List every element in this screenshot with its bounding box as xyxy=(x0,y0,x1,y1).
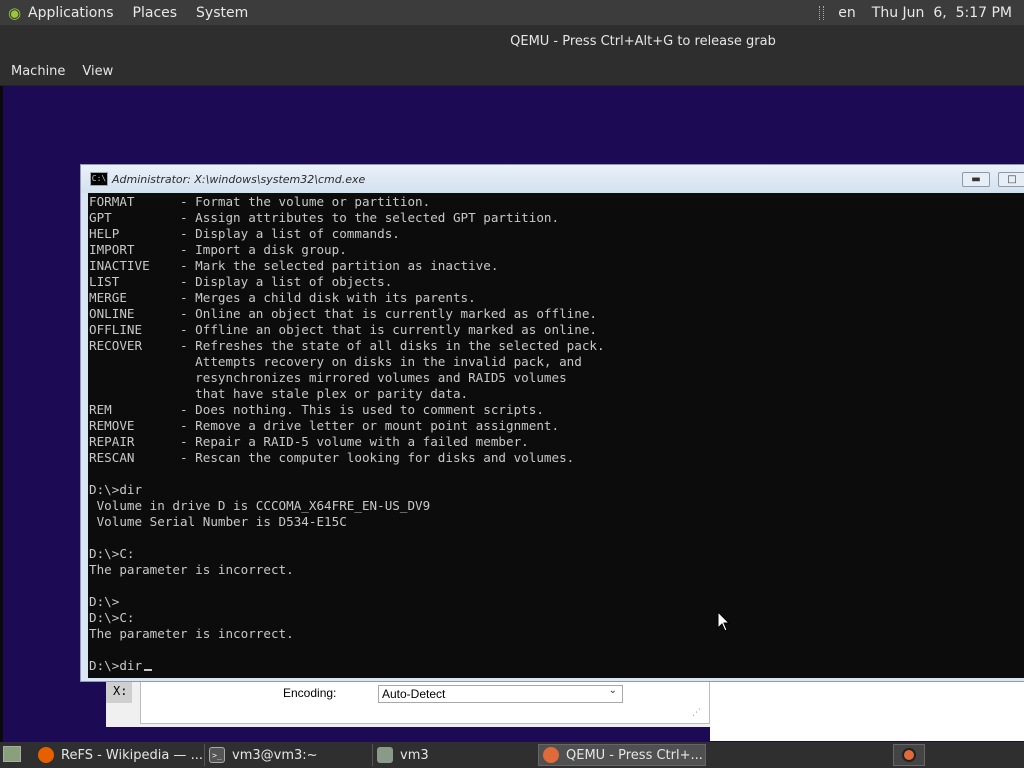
maximize-button[interactable]: □ xyxy=(998,172,1024,187)
console-line: Volume in drive D is CCCOMA_X64FRE_EN-US… xyxy=(89,498,431,513)
keyboard-layout-indicator[interactable]: en xyxy=(838,5,856,21)
task-label: vm3 xyxy=(400,747,429,763)
dialog-background-area xyxy=(710,681,1024,741)
cmd-window-title: Administrator: X:\windows\system32\cmd.e… xyxy=(112,172,366,186)
menu-places[interactable]: Places xyxy=(133,5,178,21)
menu-applications[interactable]: Applications xyxy=(28,5,114,21)
workspace-switcher[interactable] xyxy=(893,744,925,766)
resize-grip-icon[interactable]: ⋰ xyxy=(692,708,701,718)
console-line: MERGE - Merges a child disk with its par… xyxy=(89,290,476,305)
tray-handle-icon[interactable] xyxy=(819,5,825,20)
encoding-label: Encoding: xyxy=(283,686,337,700)
minimize-button[interactable]: ▬ xyxy=(962,172,990,187)
qemu-icon xyxy=(543,747,559,763)
qemu-menubar: Machine View xyxy=(0,57,1024,86)
console-line: D:\> xyxy=(89,594,120,609)
console-line: Volume Serial Number is D534-E15C xyxy=(89,514,347,529)
console-line: HELP - Display a list of commands. xyxy=(89,226,400,241)
console-line: Attempts recovery on disks in the invali… xyxy=(89,354,582,369)
console-line: FORMAT - Format the volume or partition. xyxy=(89,194,431,209)
task-folder[interactable]: vm3 xyxy=(372,744,538,766)
menu-view[interactable]: View xyxy=(82,64,113,79)
bottom-taskbar: ReFS - Wikipedia — ... >_ vm3@vm3:~ vm3 … xyxy=(0,742,1024,768)
console-line: OFFLINE - Offline an object that is curr… xyxy=(89,322,597,337)
console-line: ONLINE - Online an object that is curren… xyxy=(89,306,597,321)
encoding-select-value: Auto-Detect xyxy=(382,687,446,701)
console-line: The parameter is incorrect. xyxy=(89,626,294,641)
menu-system[interactable]: System xyxy=(196,5,248,21)
vm-display-edge xyxy=(0,86,3,742)
console-line: D:\>dir xyxy=(89,482,143,497)
mouse-pointer-icon xyxy=(717,611,731,632)
task-qemu[interactable]: QEMU - Press Ctrl+... xyxy=(538,744,706,766)
cmd-app-icon[interactable]: C:\ xyxy=(90,172,108,186)
distro-logo-icon[interactable]: ◉ xyxy=(8,5,24,21)
qemu-window-title: QEMU - Press Ctrl+Alt+G to release grab xyxy=(510,33,776,49)
terminal-icon: >_ xyxy=(209,747,225,763)
clock[interactable]: Thu Jun 6, 5:17 PM xyxy=(872,5,1012,21)
console-line: RECOVER - Refreshes the state of all dis… xyxy=(89,338,605,353)
console-line: D:\>C: xyxy=(89,546,135,561)
folder-icon xyxy=(377,747,393,763)
firefox-icon xyxy=(38,747,54,763)
console-line: D:\>C: xyxy=(89,610,135,625)
console-line: The parameter is incorrect. xyxy=(89,562,294,577)
task-firefox[interactable]: ReFS - Wikipedia — ... xyxy=(34,744,204,766)
drive-x-label: X: xyxy=(106,681,132,703)
console-line: REPAIR - Repair a RAID-5 volume with a f… xyxy=(89,434,529,449)
vm-display[interactable]: X: Encoding: Auto-Detect ⌄ ⋰ C:\ Adminis… xyxy=(0,86,1024,742)
task-label: ReFS - Wikipedia — ... xyxy=(61,747,203,763)
text-cursor xyxy=(144,669,152,671)
background-dialog[interactable]: X: Encoding: Auto-Detect ⌄ ⋰ xyxy=(106,681,1024,741)
task-terminal[interactable]: >_ vm3@vm3:~ xyxy=(204,744,370,766)
show-desktop-icon[interactable] xyxy=(3,746,21,762)
console-line: GPT - Assign attributes to the selected … xyxy=(89,210,560,225)
encoding-select[interactable]: Auto-Detect ⌄ xyxy=(378,685,623,703)
menu-machine[interactable]: Machine xyxy=(11,64,65,79)
encoding-panel: Encoding: Auto-Detect ⌄ ⋰ xyxy=(140,681,710,724)
console-output: FORMAT - Format the volume or partition.… xyxy=(89,194,605,674)
chevron-down-icon[interactable]: ⌄ xyxy=(609,685,617,696)
top-panel: ◉ Applications Places System en Thu Jun … xyxy=(0,0,1024,25)
cmd-window[interactable]: C:\ Administrator: X:\windows\system32\c… xyxy=(80,164,1024,682)
task-label: QEMU - Press Ctrl+... xyxy=(566,747,703,763)
cmd-console[interactable]: FORMAT - Format the volume or partition.… xyxy=(88,193,1024,678)
qemu-titlebar[interactable]: QEMU - Press Ctrl+Alt+G to release grab xyxy=(0,25,1024,57)
console-line: that have stale plex or parity data. xyxy=(89,386,469,401)
panel-tray: en Thu Jun 6, 5:17 PM xyxy=(819,5,1024,21)
console-line: IMPORT - Import a disk group. xyxy=(89,242,347,257)
console-line: INACTIVE - Mark the selected partition a… xyxy=(89,258,499,273)
console-line: LIST - Display a list of objects. xyxy=(89,274,393,289)
console-line: REMOVE - Remove a drive letter or mount … xyxy=(89,418,560,433)
qemu-workspace-icon xyxy=(902,748,916,762)
console-line: resynchronizes mirrored volumes and RAID… xyxy=(89,370,567,385)
task-label: vm3@vm3:~ xyxy=(232,747,318,763)
console-line: REM - Does nothing. This is used to comm… xyxy=(89,402,544,417)
console-line: RESCAN - Rescan the computer looking for… xyxy=(89,450,575,465)
cmd-titlebar[interactable]: C:\ Administrator: X:\windows\system32\c… xyxy=(81,165,1024,193)
console-line: D:\>dir xyxy=(89,658,143,673)
